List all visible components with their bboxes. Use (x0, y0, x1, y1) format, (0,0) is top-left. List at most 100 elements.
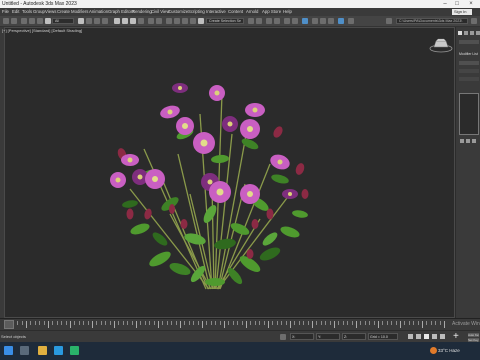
lock-selection-icon[interactable] (280, 334, 286, 340)
reference-coordinate-icon[interactable] (148, 18, 154, 24)
add-time-tag-icon[interactable]: + (453, 332, 459, 342)
close-icon[interactable]: × (466, 0, 476, 8)
workspace-icon[interactable] (471, 18, 477, 24)
modify-icon[interactable] (464, 31, 468, 35)
mirror-icon[interactable] (248, 18, 254, 24)
sign-in-button[interactable]: Sign In (452, 9, 472, 15)
menu-graph-editors[interactable]: Graph Editors (108, 8, 135, 16)
link-icon[interactable] (21, 18, 27, 24)
weather-text[interactable]: 33°C Haze (438, 348, 460, 353)
flower-plant-model[interactable] (100, 54, 330, 304)
material-editor-icon[interactable] (302, 18, 308, 24)
pin-stack-icon[interactable] (460, 139, 464, 143)
undo-icon[interactable] (3, 18, 9, 24)
pivot-icon[interactable] (156, 18, 162, 24)
scale-icon[interactable] (130, 18, 136, 24)
x-coordinate-field[interactable]: X: (290, 333, 314, 340)
go-to-start-icon[interactable] (408, 334, 413, 339)
curve-editor-icon[interactable] (284, 18, 290, 24)
modifier-list-dropdown[interactable] (459, 61, 479, 65)
motion-icon[interactable] (476, 31, 480, 35)
arnold-icon[interactable] (348, 18, 354, 24)
maximize-icon[interactable]: □ (452, 0, 462, 8)
play-icon[interactable] (424, 334, 429, 339)
place-icon[interactable] (138, 18, 144, 24)
snap-icon[interactable] (166, 18, 172, 24)
z-coordinate-field[interactable]: Z: (342, 333, 366, 340)
menu-interactive[interactable]: Interactive (206, 8, 226, 16)
select-icon[interactable] (78, 18, 84, 24)
edge-icon[interactable] (70, 346, 79, 355)
menu-scripting[interactable]: Scripting (188, 8, 205, 16)
menu-content[interactable]: Content (228, 8, 243, 16)
select-filter-icon[interactable] (45, 18, 51, 24)
menu-customize[interactable]: Customize (168, 8, 188, 16)
viewcube-icon[interactable] (429, 37, 453, 53)
menu-app-store[interactable]: App Store (262, 8, 281, 16)
angle-snap-icon[interactable] (174, 18, 180, 24)
menu-edit[interactable]: Edit (12, 8, 19, 16)
menu-modifiers[interactable]: Modifiers (71, 8, 88, 16)
menu-rendering[interactable]: Rendering (132, 8, 152, 16)
windows-icon[interactable] (4, 346, 13, 355)
menu-file[interactable]: File (2, 8, 9, 16)
weather-icon[interactable] (430, 347, 437, 354)
unlink-icon[interactable] (29, 18, 35, 24)
move-icon[interactable] (114, 18, 120, 24)
align-icon[interactable] (256, 18, 262, 24)
percent-snap-icon[interactable] (182, 18, 188, 24)
layer-explorer-icon[interactable] (266, 18, 272, 24)
named-selection-set-dropdown[interactable]: Create Selection Se (206, 18, 244, 24)
next-frame-icon[interactable] (432, 334, 437, 339)
menu-group[interactable]: Group (33, 8, 45, 16)
time-slider[interactable] (4, 320, 14, 329)
command-panel-field[interactable] (459, 69, 479, 73)
spinner-snap-icon[interactable] (190, 18, 196, 24)
explorer-icon[interactable] (38, 346, 47, 355)
show-end-result-icon[interactable] (466, 139, 470, 143)
minimize-icon[interactable]: – (440, 0, 450, 8)
menu-create[interactable]: Create (57, 8, 70, 16)
modifier-stack[interactable] (459, 93, 479, 135)
menu-help[interactable]: Help (283, 8, 292, 16)
project-folder-icon[interactable] (386, 18, 392, 24)
window-crossing-icon[interactable] (102, 18, 108, 24)
timeline-tick (210, 321, 212, 325)
auto-key-button[interactable]: Auto Key (468, 333, 479, 337)
search-icon[interactable] (20, 346, 29, 355)
menu-arnold[interactable]: Arnold (246, 8, 258, 16)
timeline-tick (364, 321, 366, 325)
toggle-ribbon-icon[interactable] (274, 18, 280, 24)
go-to-end-icon[interactable] (440, 334, 445, 339)
command-panel-field[interactable] (459, 77, 479, 81)
render-online-icon[interactable] (338, 18, 344, 24)
command-panel-tab-row[interactable] (459, 40, 479, 44)
previous-frame-icon[interactable] (416, 334, 421, 339)
remove-modifier-icon[interactable] (472, 139, 476, 143)
redo-icon[interactable] (11, 18, 17, 24)
select-by-name-icon[interactable] (86, 18, 92, 24)
render-setup-icon[interactable] (312, 18, 318, 24)
hierarchy-icon[interactable] (470, 31, 474, 35)
selection-filter-dropdown[interactable]: All (52, 18, 74, 24)
rotate-icon[interactable] (122, 18, 128, 24)
project-path-field[interactable]: C:\Users\PA\Documents\3ds Max 2023\ (396, 18, 468, 24)
bind-icon[interactable] (37, 18, 43, 24)
modifier-list-label[interactable]: Modifier List (459, 52, 478, 56)
render-icon[interactable] (328, 18, 334, 24)
menu-views[interactable]: Views (45, 8, 56, 16)
create-icon[interactable] (458, 31, 462, 35)
menu-animation[interactable]: Animation (89, 8, 108, 16)
viewport-label[interactable]: [+] [Perspective] [Standard] [Default Sh… (2, 28, 82, 33)
region-select-icon[interactable] (94, 18, 100, 24)
timeline[interactable]: Activate Win (0, 318, 480, 330)
schematic-view-icon[interactable] (292, 18, 298, 24)
menu-tools[interactable]: Tools (22, 8, 32, 16)
perspective-viewport[interactable]: [+] [Perspective] [Standard] [Default Sh… (2, 27, 455, 318)
timeline-track[interactable] (4, 321, 455, 329)
menu-civil-view[interactable]: Civil View (151, 8, 170, 16)
edit-named-sets-icon[interactable] (198, 18, 204, 24)
3dsmax-icon[interactable] (54, 346, 63, 355)
y-coordinate-field[interactable]: Y: (316, 333, 340, 340)
render-frame-icon[interactable] (320, 18, 326, 24)
